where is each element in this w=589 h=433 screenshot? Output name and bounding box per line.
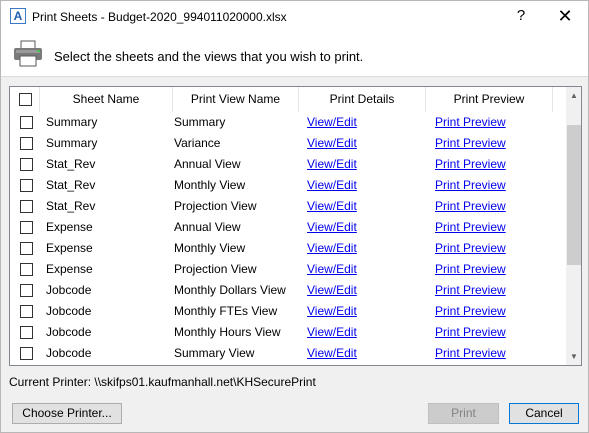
row-checkbox[interactable] (20, 284, 33, 297)
sheet-name-cell: Jobcode (46, 283, 92, 297)
view-edit-link[interactable]: View/Edit (307, 133, 357, 154)
print-preview-link[interactable]: Print Preview (435, 238, 506, 259)
view-name-cell: Monthly Dollars View (174, 283, 286, 297)
sheet-name-cell: Expense (46, 241, 93, 255)
sheet-name-cell: Jobcode (46, 304, 92, 318)
table-row: Expense Annual View View/Edit Print Prev… (10, 217, 564, 238)
sheet-name-cell: Jobcode (46, 346, 92, 360)
app-icon: A (10, 8, 26, 24)
row-checkbox[interactable] (20, 200, 33, 213)
view-edit-link[interactable]: View/Edit (307, 154, 357, 175)
print-preview-link[interactable]: Print Preview (435, 196, 506, 217)
table-row: Summary Summary View/Edit Print Preview (10, 112, 564, 133)
print-preview-link[interactable]: Print Preview (435, 322, 506, 343)
row-checkbox[interactable] (20, 158, 33, 171)
row-checkbox[interactable] (20, 326, 33, 339)
column-header-print-view-name[interactable]: Print View Name (173, 87, 299, 112)
view-name-cell: Annual View (174, 157, 241, 171)
row-checkbox[interactable] (20, 179, 33, 192)
table-row: Jobcode Monthly Hours View View/Edit Pri… (10, 322, 564, 343)
print-preview-link[interactable]: Print Preview (435, 217, 506, 238)
select-all-checkbox[interactable] (19, 93, 32, 106)
view-name-cell: Summary (174, 115, 226, 129)
view-name-cell: Projection View (174, 262, 257, 276)
view-name-cell: Monthly FTEs View (174, 304, 278, 318)
table-row: Summary Variance View/Edit Print Preview (10, 133, 564, 154)
printer-icon (13, 40, 43, 71)
table-row: Jobcode Monthly FTEs View View/Edit Prin… (10, 301, 564, 322)
close-button[interactable]: ✕ (553, 5, 577, 29)
print-preview-link[interactable]: Print Preview (435, 175, 506, 196)
row-checkbox[interactable] (20, 242, 33, 255)
view-name-cell: Projection View (174, 199, 257, 213)
sheet-name-cell: Stat_Rev (46, 199, 96, 213)
header-checkbox-cell (10, 87, 40, 112)
scrollbar-thumb[interactable] (567, 125, 581, 265)
sheet-name-cell: Expense (46, 262, 93, 276)
view-name-cell: Monthly View (174, 178, 246, 192)
window-title: Print Sheets - Budget-2020_994011020000.… (32, 10, 287, 24)
view-edit-link[interactable]: View/Edit (307, 238, 357, 259)
sheet-name-cell: Jobcode (46, 325, 92, 339)
view-edit-link[interactable]: View/Edit (307, 112, 357, 133)
view-edit-link[interactable]: View/Edit (307, 301, 357, 322)
row-checkbox[interactable] (20, 221, 33, 234)
view-edit-link[interactable]: View/Edit (307, 343, 357, 364)
print-preview-link[interactable]: Print Preview (435, 154, 506, 175)
view-edit-link[interactable]: View/Edit (307, 280, 357, 301)
row-checkbox[interactable] (20, 137, 33, 150)
title-bar: A Print Sheets - Budget-2020_99401102000… (1, 1, 588, 32)
view-edit-link[interactable]: View/Edit (307, 175, 357, 196)
help-button[interactable]: ? (509, 5, 533, 29)
view-name-cell: Summary View (174, 346, 255, 360)
instruction-text: Select the sheets and the views that you… (54, 49, 364, 64)
table-row: Stat_Rev Monthly View View/Edit Print Pr… (10, 175, 564, 196)
row-checkbox[interactable] (20, 347, 33, 360)
table-row: Expense Projection View View/Edit Print … (10, 259, 564, 280)
current-printer-label: Current Printer: \\skifps01.kaufmanhall.… (9, 375, 316, 389)
grid-header: Sheet Name Print View Name Print Details… (10, 87, 564, 112)
column-header-print-preview[interactable]: Print Preview (426, 87, 553, 112)
print-sheets-dialog: A Print Sheets - Budget-2020_99401102000… (0, 0, 589, 433)
table-row: Jobcode Summary View View/Edit Print Pre… (10, 343, 564, 364)
view-name-cell: Annual View (174, 220, 241, 234)
header-area: Select the sheets and the views that you… (1, 32, 588, 77)
column-header-sheet-name[interactable]: Sheet Name (40, 87, 173, 112)
table-row: Stat_Rev Annual View View/Edit Print Pre… (10, 154, 564, 175)
cancel-button[interactable]: Cancel (509, 403, 579, 424)
view-name-cell: Monthly View (174, 241, 246, 255)
chevron-down-icon[interactable]: ▼ (566, 348, 581, 365)
view-edit-link[interactable]: View/Edit (307, 217, 357, 238)
view-edit-link[interactable]: View/Edit (307, 322, 357, 343)
view-edit-link[interactable]: View/Edit (307, 259, 357, 280)
sheet-name-cell: Summary (46, 115, 98, 129)
sheet-name-cell: Expense (46, 220, 93, 234)
row-checkbox[interactable] (20, 263, 33, 276)
print-preview-link[interactable]: Print Preview (435, 133, 506, 154)
sheet-name-cell: Stat_Rev (46, 157, 96, 171)
row-checkbox[interactable] (20, 305, 33, 318)
print-preview-link[interactable]: Print Preview (435, 280, 506, 301)
view-name-cell: Variance (174, 136, 221, 150)
table-row: Jobcode Monthly Dollars View View/Edit P… (10, 280, 564, 301)
sheets-grid: Sheet Name Print View Name Print Details… (9, 86, 582, 366)
print-preview-link[interactable]: Print Preview (435, 112, 506, 133)
table-row: Stat_Rev Projection View View/Edit Print… (10, 196, 564, 217)
table-row: Expense Monthly View View/Edit Print Pre… (10, 238, 564, 259)
sheet-name-cell: Summary (46, 136, 98, 150)
column-header-print-details[interactable]: Print Details (299, 87, 426, 112)
view-edit-link[interactable]: View/Edit (307, 196, 357, 217)
print-button[interactable]: Print (428, 403, 499, 424)
choose-printer-button[interactable]: Choose Printer... (12, 403, 122, 424)
row-checkbox[interactable] (20, 116, 33, 129)
vertical-scrollbar[interactable]: ▲ ▼ (566, 87, 581, 365)
print-preview-link[interactable]: Print Preview (435, 259, 506, 280)
view-name-cell: Monthly Hours View (174, 325, 281, 339)
chevron-up-icon[interactable]: ▲ (566, 87, 581, 104)
print-preview-link[interactable]: Print Preview (435, 301, 506, 322)
print-preview-link[interactable]: Print Preview (435, 343, 506, 364)
sheet-name-cell: Stat_Rev (46, 178, 96, 192)
